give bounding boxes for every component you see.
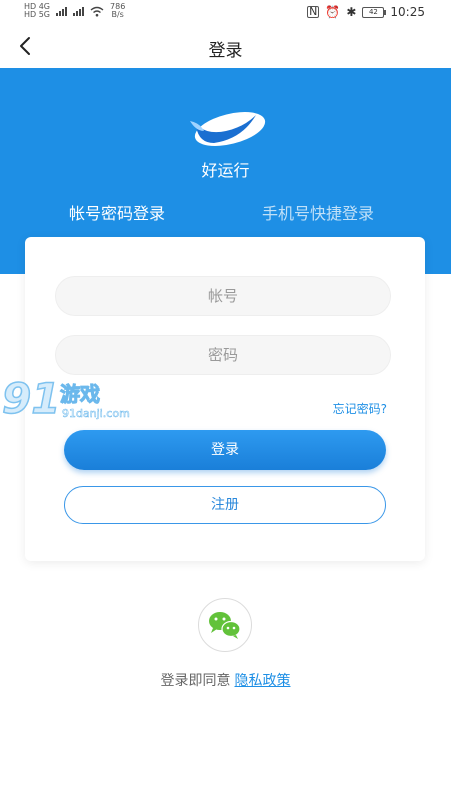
alarm-icon: ⏰ (325, 5, 341, 19)
forgot-password-link[interactable]: 忘记密码? (333, 400, 387, 417)
nfc-icon: N (307, 5, 320, 18)
network-speed: 786 B/s (110, 3, 125, 19)
svg-text:91danji.com: 91danji.com (62, 407, 130, 420)
svg-text:游戏: 游戏 (60, 382, 100, 406)
status-bar: HD 4G HD 5G 786 B/s N ⏰ ✱ 42 10:25 (0, 0, 451, 24)
tab-phone-login[interactable]: 手机号快捷登录 (262, 200, 374, 224)
battery-icon: 42 (362, 6, 387, 18)
clock: 10:25 (390, 5, 425, 19)
privacy-policy-link[interactable]: 隐私政策 (235, 673, 291, 689)
signal-icon-2 (73, 6, 85, 16)
register-button[interactable]: 注册 (64, 486, 386, 524)
app-logo-icon (190, 112, 266, 146)
svg-text:91: 91 (2, 375, 60, 423)
status-right: N ⏰ ✱ 42 10:25 (307, 5, 425, 19)
watermark-logo: 91 游戏 91danji.com (1, 375, 130, 423)
tab-account-login[interactable]: 帐号密码登录 (69, 200, 165, 224)
page-title: 登录 (208, 41, 243, 61)
agreement-text: 登录即同意 (160, 673, 231, 689)
signal-icon (56, 6, 68, 16)
password-input[interactable] (55, 335, 391, 375)
account-input[interactable] (55, 276, 391, 316)
agreement-line: 登录即同意 隐私政策 (0, 670, 451, 690)
wechat-icon (209, 612, 241, 639)
status-left: HD 4G HD 5G 786 B/s (24, 3, 125, 19)
network-type-bottom: HD 5G (24, 10, 51, 19)
app-name: 好运行 (201, 161, 250, 180)
nav-bar: 登录 (0, 24, 451, 68)
wifi-icon (90, 6, 104, 16)
wechat-login-button[interactable] (198, 598, 252, 652)
login-button[interactable]: 登录 (64, 430, 386, 470)
bluetooth-icon: ✱ (346, 5, 357, 19)
speed-unit: B/s (111, 10, 124, 19)
network-indicators: HD 4G HD 5G (24, 3, 50, 19)
